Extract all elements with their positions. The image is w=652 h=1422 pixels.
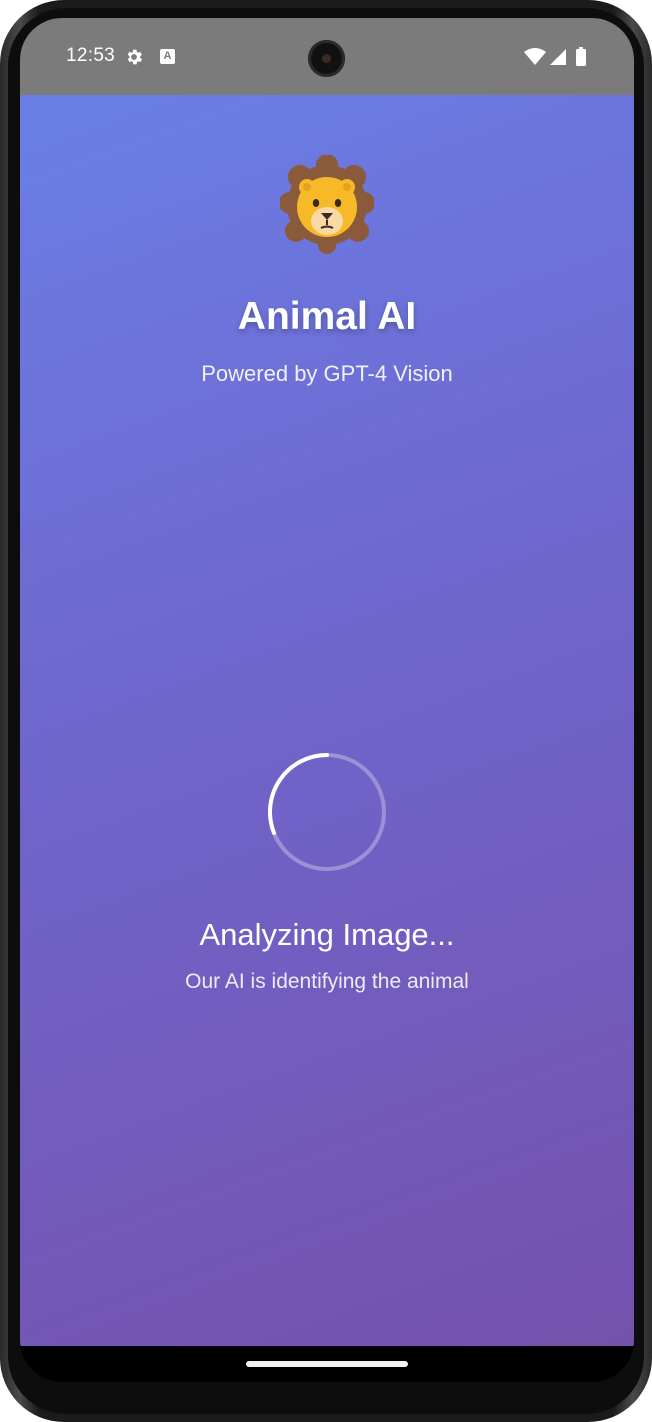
front-camera — [308, 40, 345, 77]
status-bar: 12:53 A — [20, 18, 634, 95]
app-subtitle: Powered by GPT-4 Vision — [201, 361, 453, 386]
loading-subtitle: Our AI is identifying the animal — [185, 970, 469, 993]
status-icons — [524, 47, 586, 66]
home-gesture-handle[interactable] — [246, 1361, 408, 1367]
loading-spinner-icon — [268, 753, 386, 871]
status-time: 12:53 — [66, 45, 116, 66]
wifi-icon — [524, 48, 546, 65]
a-icon: A — [160, 49, 175, 64]
navigation-bar — [20, 1346, 634, 1382]
battery-icon — [576, 49, 586, 66]
app-content: Animal AI Powered by GPT-4 Vision Analyz… — [20, 95, 634, 1346]
app-title: Animal AI — [237, 295, 417, 338]
loading-title: Analyzing Image... — [199, 917, 455, 952]
lion-face-icon — [280, 155, 374, 254]
gear-icon — [127, 49, 143, 65]
signal-icon — [550, 49, 566, 65]
device-screen: 12:53 A Animal AI Powered by GPT-4 Visio… — [20, 18, 634, 1382]
